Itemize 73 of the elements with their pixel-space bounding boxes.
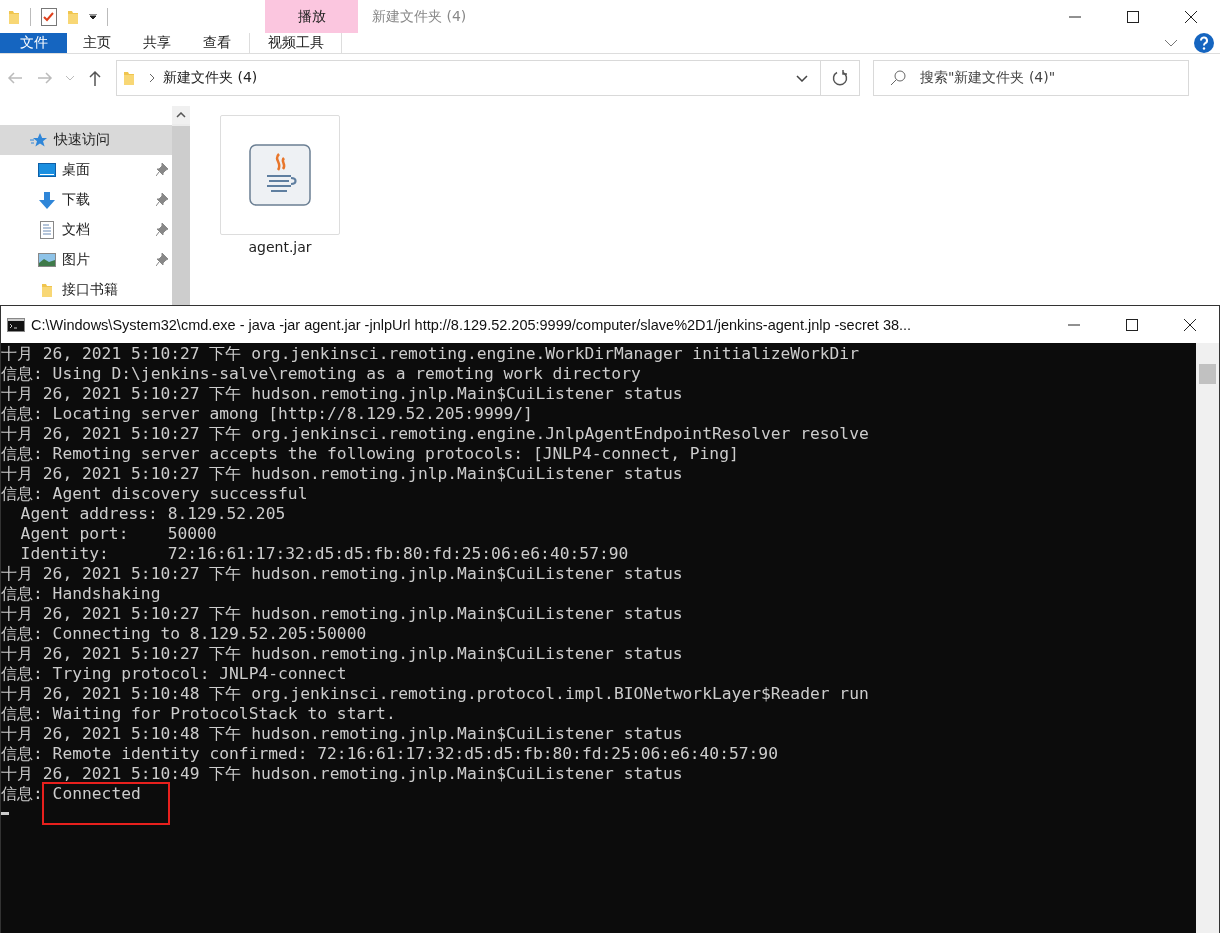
- chevron-down-icon[interactable]: [1164, 39, 1178, 47]
- console-line: 信息: Locating server among [http://8.129.52.205:9999/]: [1, 404, 534, 424]
- document-icon: [38, 221, 56, 239]
- pin-icon[interactable]: [156, 163, 168, 176]
- console-line: 十月 26, 2021 5:10:49 下午 hudson.remoting.jnlp.Main$CuiListener status: [1, 764, 684, 784]
- console-line: 信息: Connected: [1, 784, 1196, 804]
- nav-item[interactable]: 桌面: [0, 155, 172, 185]
- console-line: 十月 26, 2021 5:10:27 下午 hudson.remoting.jnlp.Main$CuiListener status: [1, 464, 684, 484]
- chevron-right-icon[interactable]: [149, 73, 155, 83]
- console-line: 十月 26, 2021 5:10:27 下午 hudson.remoting.jnlp.Main$CuiListener status: [1, 644, 684, 664]
- console-line: 十月 26, 2021 5:10:27 下午 hudson.remoting.jnlp.Main$CuiListener status: [1, 564, 684, 584]
- nav-item[interactable]: 快速访问: [0, 125, 172, 155]
- ribbon-tab[interactable]: 查看: [187, 33, 247, 53]
- console-line: 信息: Handshaking: [1, 584, 162, 604]
- minimize-icon[interactable]: [1068, 323, 1080, 326]
- console-line: 信息: Agent discovery successful: [1, 484, 309, 504]
- coffee-cup-icon: [249, 144, 311, 206]
- file-thumbnail[interactable]: [220, 115, 340, 235]
- console-line: 信息: Trying protocol: JNLP4-connect: [1, 664, 348, 684]
- address-bar[interactable]: 新建文件夹 (4): [116, 60, 860, 96]
- console-line: 信息: Remote identity confirmed: 72:16:61:17:32:d5:d5:fb:80:fd:25:06:e6:40:57:90: [1, 744, 779, 764]
- landscape-icon: [38, 253, 56, 267]
- ribbon-tab[interactable]: 主页: [67, 33, 127, 53]
- console-line: 信息: Remoting server accepts the following protocols: [JNLP4-connect, Ping]: [1, 444, 740, 464]
- window-title: 新建文件夹 (4): [372, 7, 468, 26]
- maximize-icon[interactable]: [1127, 10, 1139, 23]
- breadcrumb-item[interactable]: 新建文件夹 (4): [163, 69, 784, 87]
- nav-item[interactable]: 图片: [0, 245, 172, 275]
- forward-arrow-icon[interactable]: [37, 72, 53, 84]
- up-arrow-icon[interactable]: [89, 70, 101, 86]
- desktop-icon: [38, 163, 56, 177]
- chevron-up-icon[interactable]: [176, 112, 186, 118]
- file-menu-button[interactable]: 文件: [0, 33, 67, 53]
- nav-item[interactable]: 接口书籍: [0, 275, 172, 305]
- caret-icon[interactable]: [89, 13, 97, 20]
- ribbon-tab[interactable]: 共享: [127, 33, 187, 53]
- text-cursor: [1, 812, 9, 815]
- console-line: 十月 26, 2021 5:10:27 下午 hudson.remoting.jnlp.Main$CuiListener status: [1, 604, 684, 624]
- search-field[interactable]: 搜索"新建文件夹 (4)": [873, 60, 1189, 96]
- scrollbar[interactable]: [172, 106, 190, 305]
- star-icon: [30, 131, 48, 149]
- console-line: 十月 26, 2021 5:10:48 下午 hudson.remoting.jnlp.Main$CuiListener status: [1, 724, 684, 744]
- close-icon[interactable]: [1183, 317, 1197, 332]
- console-line: 十月 26, 2021 5:10:27 下午 org.jenkinsci.remoting.engine.JnlpAgentEndpointResolver resolve: [1, 424, 870, 444]
- console-line: Agent address: 8.129.52.205: [19, 504, 287, 524]
- search-icon: [890, 70, 906, 86]
- close-icon[interactable]: [1184, 9, 1198, 24]
- console-line: 信息: Using D:\jenkins-salve\remoting as a remoting work directory: [1, 364, 642, 384]
- pin-icon[interactable]: [156, 193, 168, 206]
- console-line: 十月 26, 2021 5:10:27 下午 org.jenkinsci.remoting.engine.WorkDirManager initializeWorkDir: [1, 344, 860, 364]
- context-tab-header: 播放: [265, 0, 358, 33]
- checklist-icon[interactable]: [41, 7, 57, 26]
- terminal-icon: [7, 317, 25, 332]
- back-arrow-icon[interactable]: [7, 72, 23, 84]
- window-title: C:\Windows\System32\cmd.exe - java -jar agent.jar -jnlpUrl http://8.129.52.205:9999/computer/slave%2D1/jenkins-agent.jnlp -secret 38...: [31, 316, 913, 333]
- nav-item[interactable]: 下载: [0, 185, 172, 215]
- file-name: agent.jar: [248, 239, 312, 255]
- scrollbar[interactable]: [1196, 343, 1219, 933]
- console-line: 十月 26, 2021 5:10:48 下午 org.jenkinsci.remoting.protocol.impl.BIONetworkLayer$Reader run: [1, 684, 870, 704]
- maximize-icon[interactable]: [1126, 318, 1138, 331]
- chevron-down-icon[interactable]: [796, 74, 808, 82]
- nav-item[interactable]: 文档: [0, 215, 172, 245]
- help-icon[interactable]: [1194, 33, 1214, 53]
- console-line: 十月 26, 2021 5:10:27 下午 hudson.remoting.jnlp.Main$CuiListener status: [1, 384, 684, 404]
- refresh-icon[interactable]: [832, 70, 848, 86]
- console-line: Identity: 72:16:61:17:32:d5:d5:fb:80:fd:25:06:e6:40:57:90: [19, 544, 630, 564]
- pin-icon[interactable]: [156, 223, 168, 236]
- console-line: 信息: Connecting to 8.129.52.205:50000: [1, 624, 368, 644]
- console-line: 信息: Waiting for ProtocolStack to start.: [1, 704, 397, 724]
- minimize-icon[interactable]: [1069, 15, 1081, 18]
- pin-icon[interactable]: [156, 253, 168, 266]
- console-line: Agent port: 50000: [19, 524, 218, 544]
- down-arrow-icon: [38, 191, 56, 209]
